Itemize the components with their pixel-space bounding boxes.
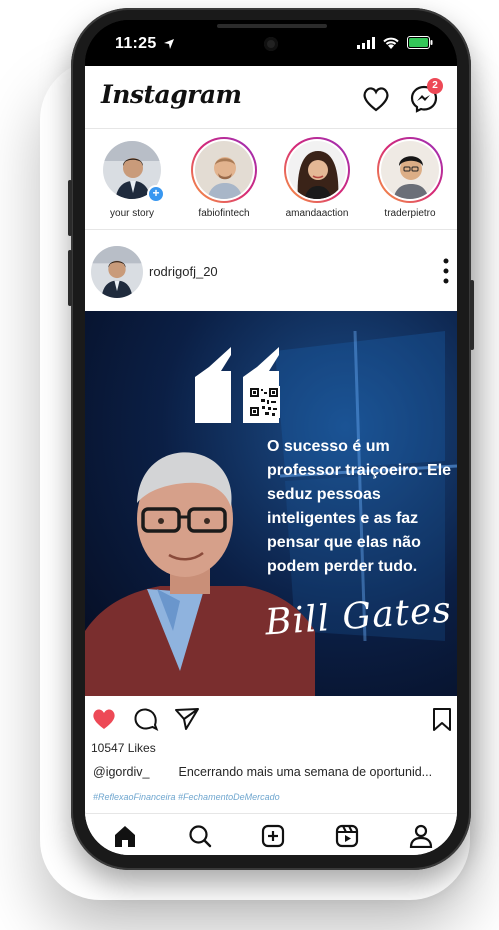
status-bar: 11:25 (85, 20, 457, 66)
volume-up-button (68, 180, 72, 236)
qr-code-icon (248, 386, 280, 418)
battery-icon (407, 36, 433, 49)
story-name: amandaaction (285, 208, 349, 219)
avatar-image (381, 141, 439, 199)
avatar-image (91, 246, 143, 298)
share-icon[interactable] (174, 706, 200, 732)
signal-icon (357, 36, 375, 49)
bottom-nav (85, 813, 457, 855)
post-header: rodrigofj_20 (85, 230, 457, 310)
instagram-logo: Instagram (101, 80, 242, 109)
home-icon[interactable] (113, 824, 137, 848)
story-name: your story (110, 208, 154, 219)
caption-username[interactable]: @igordiv_ (93, 765, 175, 779)
avatar-image (288, 141, 346, 199)
story-ring-inner (193, 139, 255, 201)
screen: 11:25 Instagram 2 + your story fabiofint… (85, 20, 457, 855)
reels-icon[interactable] (335, 824, 359, 848)
volume-down-button (68, 250, 72, 306)
story-ring-inner (286, 139, 348, 201)
instagram-app: Instagram 2 + your story fabiofintech am… (85, 66, 457, 855)
story-ring-inner (379, 139, 441, 201)
story-traderpietro[interactable]: traderpietro (365, 137, 455, 219)
status-time: 11:25 (115, 35, 157, 52)
speaker-grille (217, 24, 327, 28)
post-username[interactable]: rodrigofj_20 (149, 264, 218, 279)
story-name: fabiofintech (198, 208, 250, 219)
more-options-icon[interactable] (443, 258, 449, 284)
story-name: traderpietro (384, 208, 436, 219)
add-story-icon[interactable]: + (147, 185, 165, 203)
power-button (470, 280, 474, 350)
post-image[interactable]: O sucesso é um professor traiçoeiro. Ele… (85, 311, 457, 696)
bookmark-icon[interactable] (429, 706, 455, 732)
like-heart-icon[interactable] (91, 706, 117, 732)
comment-icon[interactable] (133, 706, 159, 732)
avatar (288, 141, 346, 199)
quote-text: O sucesso é um professor traiçoeiro. Ele… (267, 438, 452, 575)
story-ring (191, 137, 257, 203)
story-your-story[interactable]: + your story (87, 137, 177, 219)
likes-count[interactable]: 10547 Likes (91, 741, 156, 755)
notification-badge: 2 (427, 78, 443, 94)
profile-icon[interactable] (409, 824, 433, 848)
location-arrow-icon (164, 39, 174, 49)
stories-bar: + your story fabiofintech amandaaction t… (85, 129, 457, 230)
story-amandaaction[interactable]: amandaaction (272, 137, 362, 219)
status-icons (357, 36, 433, 49)
story-fabiofintech[interactable]: fabiofintech (179, 137, 269, 219)
story-ring (284, 137, 350, 203)
avatar (381, 141, 439, 199)
app-header: Instagram 2 (85, 66, 457, 129)
messenger-button[interactable]: 2 (409, 78, 443, 114)
post-caption: @igordiv_ Encerrando mais uma semana de … (93, 765, 455, 779)
avatar-image (195, 141, 253, 199)
add-post-icon[interactable] (261, 824, 285, 848)
caption-text: Encerrando mais uma semana de oportunid.… (178, 765, 433, 779)
front-camera (264, 37, 278, 51)
post-avatar[interactable] (91, 246, 143, 298)
heart-icon[interactable] (361, 84, 391, 114)
hashtags[interactable]: #ReflexaoFinanceira #FechamentoDeMercado (93, 792, 280, 802)
avatar (195, 141, 253, 199)
search-icon[interactable] (188, 824, 212, 848)
story-ring (377, 137, 443, 203)
post-actions (85, 696, 457, 736)
wifi-icon (383, 37, 399, 49)
